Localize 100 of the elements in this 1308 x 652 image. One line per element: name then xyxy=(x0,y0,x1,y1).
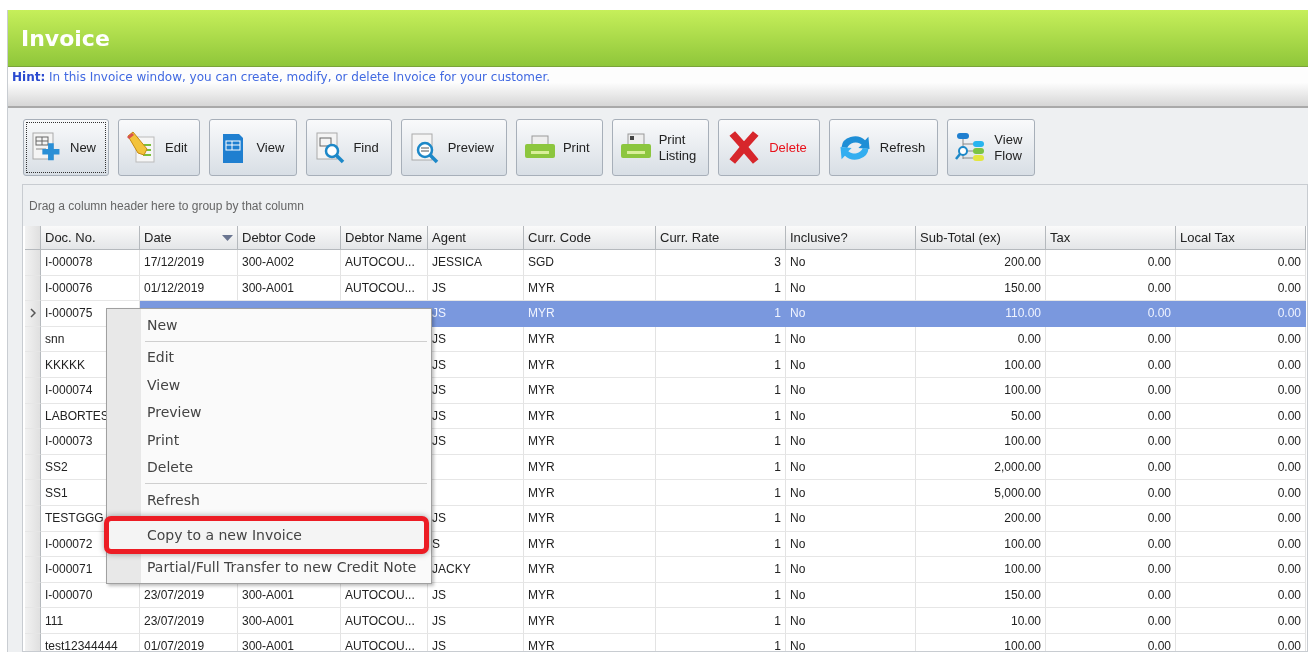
table-cell: 0.00 xyxy=(1046,505,1176,532)
table-cell: 1 xyxy=(656,531,786,558)
row-indicator[interactable] xyxy=(25,429,41,455)
table-cell: MYR xyxy=(524,531,656,558)
table-cell: 0.00 xyxy=(1176,403,1306,430)
row-indicator[interactable] xyxy=(25,403,41,430)
table-cell: MYR xyxy=(524,480,656,506)
toolbar-button[interactable]: Find xyxy=(306,119,392,176)
table-cell: AUTOCOU... xyxy=(341,608,428,634)
table-cell: 0.00 xyxy=(1176,326,1306,353)
toolbar-button[interactable]: Edit xyxy=(118,119,201,176)
table-cell: MYR xyxy=(524,505,656,532)
table-cell: MYR xyxy=(524,326,656,353)
column-header[interactable]: Curr. Code xyxy=(524,226,656,250)
row-indicator[interactable] xyxy=(25,326,41,353)
row-indicator[interactable] xyxy=(25,352,41,378)
column-header[interactable]: Debtor Name xyxy=(341,226,428,250)
row-indicator[interactable] xyxy=(25,557,41,583)
table-cell: MYR xyxy=(524,557,656,583)
column-header[interactable]: Date xyxy=(140,226,238,250)
toolbar-button[interactable]: Refresh xyxy=(828,119,939,176)
table-cell: 0.00 xyxy=(1176,557,1306,583)
toolbar-button[interactable]: Print Listing xyxy=(611,119,710,176)
current-row-icon xyxy=(29,308,36,319)
table-cell: 0.00 xyxy=(1046,250,1176,276)
table-cell: 300-A001 xyxy=(238,608,341,634)
table-cell: 0.00 xyxy=(1046,531,1176,558)
row-indicator[interactable] xyxy=(25,582,41,609)
table-cell: 0.00 xyxy=(1046,608,1176,634)
table-cell: 0.00 xyxy=(1046,326,1176,353)
column-header[interactable]: Tax xyxy=(1046,226,1176,250)
table-cell: No xyxy=(786,505,916,532)
table-cell: 100.00 xyxy=(916,633,1046,651)
table-cell: test12344444 xyxy=(41,633,140,651)
hint-text: Hint: In this Invoice window, you can create, modify, or delete Invoice for your customer. xyxy=(12,70,551,84)
window-title: Invoice xyxy=(21,25,110,51)
toolbar-button[interactable]: View xyxy=(209,119,298,176)
toolbar-button[interactable]: Print xyxy=(515,119,603,176)
table-cell: 300-A001 xyxy=(238,633,341,651)
column-header[interactable]: Sub-Total (ex) xyxy=(916,226,1046,250)
table-cell: 0.00 xyxy=(1046,352,1176,378)
table-cell: No xyxy=(786,250,916,276)
table-cell: 200.00 xyxy=(916,505,1046,532)
table-cell: 2,000.00 xyxy=(916,454,1046,481)
table-cell: MYR xyxy=(524,608,656,634)
table-cell: 0.00 xyxy=(1176,454,1306,481)
table-cell: 0.00 xyxy=(1046,582,1176,609)
table-cell: 100.00 xyxy=(916,429,1046,455)
table-cell: 0.00 xyxy=(1176,480,1306,506)
table-cell: 111 xyxy=(41,608,140,634)
row-indicator[interactable] xyxy=(25,531,41,558)
table-cell: SGD xyxy=(524,250,656,276)
row-indicator[interactable] xyxy=(25,505,41,532)
table-cell: MYR xyxy=(524,454,656,481)
table-cell: 1 xyxy=(656,480,786,506)
table-cell: No xyxy=(786,608,916,634)
row-indicator[interactable] xyxy=(25,377,41,404)
table-cell: AUTOCOU... xyxy=(341,250,428,276)
table-cell: No xyxy=(786,403,916,430)
table-cell: MYR xyxy=(524,633,656,651)
table-cell: 50.00 xyxy=(916,403,1046,430)
table-cell: 1 xyxy=(656,557,786,583)
table-cell: No xyxy=(786,377,916,404)
table-cell: 0.00 xyxy=(1046,377,1176,404)
row-indicator[interactable] xyxy=(25,275,41,302)
column-header[interactable]: Agent xyxy=(428,226,524,250)
table-cell: AUTOCOU... xyxy=(341,633,428,651)
row-indicator[interactable] xyxy=(25,480,41,506)
column-header[interactable]: Curr. Rate xyxy=(656,226,786,250)
column-header[interactable]: Local Tax xyxy=(1176,226,1306,250)
toolbar-button[interactable]: New xyxy=(23,119,109,176)
toolbar-button[interactable]: View Flow xyxy=(947,119,1036,176)
column-header[interactable]: Inclusive? xyxy=(786,226,916,250)
table-cell: No xyxy=(786,557,916,583)
menu-item[interactable]: Copy to a new Invoice xyxy=(104,515,429,554)
column-header[interactable]: Debtor Code xyxy=(238,226,341,250)
table-cell: 10.00 xyxy=(916,608,1046,634)
row-indicator[interactable] xyxy=(25,454,41,481)
table-cell: 0.00 xyxy=(1176,505,1306,532)
table-cell: MYR xyxy=(524,301,656,327)
table-cell: No xyxy=(786,301,916,327)
table-cell: I-000078 xyxy=(41,250,140,276)
table-cell: No xyxy=(786,326,916,353)
table-cell: 1 xyxy=(656,352,786,378)
table-cell: MYR xyxy=(524,403,656,430)
sort-descending-icon xyxy=(222,234,233,241)
row-indicator[interactable] xyxy=(25,250,41,276)
table-cell: 0.00 xyxy=(1176,608,1306,634)
table-cell: JS xyxy=(428,301,524,327)
table-cell: 1 xyxy=(656,403,786,430)
row-indicator[interactable] xyxy=(25,608,41,634)
toolbar-button[interactable]: Delete xyxy=(718,119,820,176)
row-indicator[interactable] xyxy=(25,301,41,327)
column-header[interactable]: Doc. No. xyxy=(41,226,140,250)
table-cell: 0.00 xyxy=(1176,377,1306,404)
toolbar-button[interactable]: Preview xyxy=(400,119,507,176)
table-cell: MYR xyxy=(524,582,656,609)
table-cell: 100.00 xyxy=(916,352,1046,378)
table-cell: MYR xyxy=(524,377,656,404)
table-cell: 100.00 xyxy=(916,557,1046,583)
